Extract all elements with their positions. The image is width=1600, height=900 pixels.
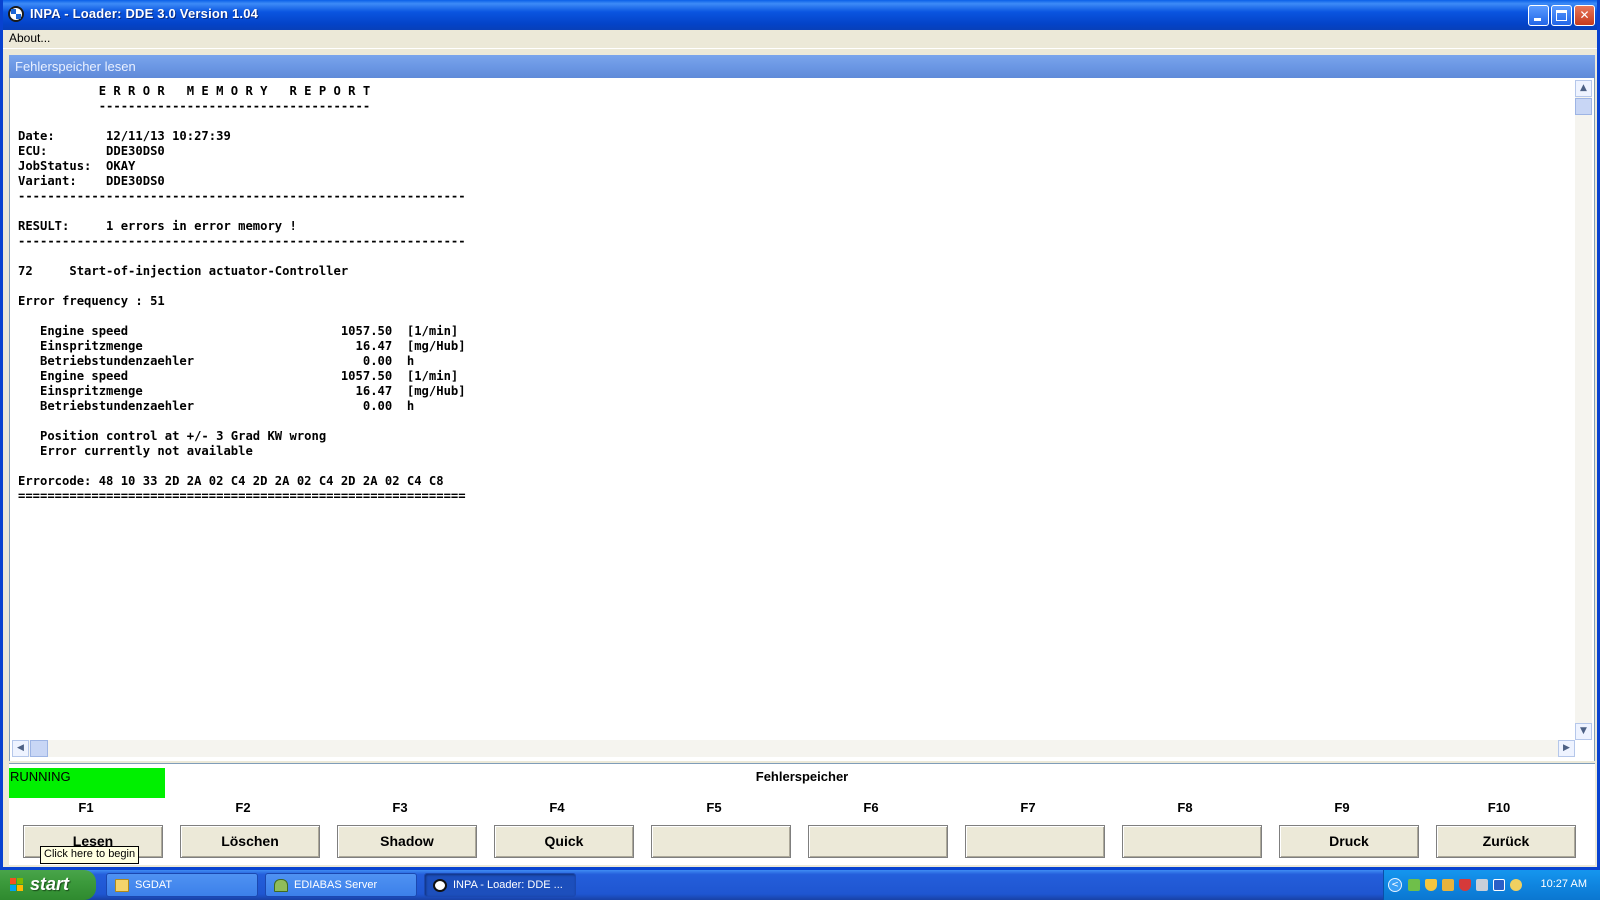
f9-druck-button[interactable]: Druck <box>1279 825 1419 858</box>
panel-title-bar: Fehlerspeicher lesen <box>9 55 1595 78</box>
network-tray-icon[interactable] <box>1408 879 1420 891</box>
mode-title: Fehlerspeicher <box>755 769 849 784</box>
maximize-button[interactable] <box>1551 5 1572 26</box>
f6-button[interactable] <box>808 825 948 858</box>
report-line: JobStatus: OKAY <box>18 159 136 173</box>
report-line: Betriebstundenzaehler 0.00 h <box>18 354 415 368</box>
task-label: EDIABAS Server <box>294 879 378 891</box>
report-line: 72 Start-of-injection actuator-Controlle… <box>18 264 349 278</box>
horizontal-scrollbar[interactable]: ◀ ▶ <box>12 740 1575 757</box>
fkey-label-f3: F3 <box>392 800 408 815</box>
report-line: Position control at +/- 3 Grad KW wrong <box>18 429 327 443</box>
bmw-app-icon[interactable] <box>8 6 24 22</box>
fkey-label-f4: F4 <box>549 800 565 815</box>
fkey-label-f6: F6 <box>863 800 879 815</box>
keyboard-tray-icon[interactable] <box>1476 879 1488 891</box>
report-line: Variant: DDE30DS0 <box>18 174 165 188</box>
language-tray-icon[interactable] <box>1493 879 1505 891</box>
start-button[interactable]: start <box>0 870 96 900</box>
report-line: Betriebstundenzaehler 0.00 h <box>18 399 415 413</box>
vertical-scrollbar[interactable]: ▲ ▼ <box>1575 80 1592 740</box>
report-area[interactable]: E R R O R M E M O R Y R E P O R T ------… <box>9 78 1595 761</box>
report-line: ECU: DDE30DS0 <box>18 144 165 158</box>
warning-tray-icon[interactable] <box>1442 879 1454 891</box>
fkey-label-f5: F5 <box>706 800 722 815</box>
folder-icon <box>115 879 129 892</box>
scroll-left-icon[interactable]: ◀ <box>12 740 29 757</box>
system-tray: < 10:27 AM <box>1383 870 1600 900</box>
report-line: Error currently not available <box>18 444 253 458</box>
scroll-down-icon[interactable]: ▼ <box>1575 723 1592 740</box>
task-inpa-loader[interactable]: INPA - Loader: DDE ... <box>424 873 576 897</box>
close-button[interactable]: ✕ <box>1574 5 1595 26</box>
task-label: INPA - Loader: DDE ... <box>453 879 563 891</box>
ediabas-server-icon <box>274 879 288 892</box>
report-line: Engine speed 1057.50 [1/min] <box>18 369 459 383</box>
fkey-label-f10: F10 <box>1487 800 1511 815</box>
task-ediabas-server[interactable]: EDIABAS Server <box>265 873 417 897</box>
report-line: ----------------------------------------… <box>18 234 466 248</box>
task-label: SGDAT <box>135 879 173 891</box>
report-line: RESULT: 1 errors in error memory ! <box>18 219 297 233</box>
title-bar[interactable]: INPA - Loader: DDE 3.0 Version 1.04 ✕ <box>3 0 1597 30</box>
minimize-button[interactable] <box>1528 5 1549 26</box>
start-label: start <box>30 874 70 894</box>
antivirus-tray-icon[interactable] <box>1459 879 1471 891</box>
fkey-label-f1: F1 <box>78 800 94 815</box>
report-line: ========================================… <box>18 489 466 503</box>
report-line: Date: 12/11/13 10:27:39 <box>18 129 231 143</box>
report-line: ----------------------------------------… <box>18 189 466 203</box>
f2-loeschen-button[interactable]: Löschen <box>180 825 320 858</box>
panel-title: Fehlerspeicher lesen <box>15 59 136 74</box>
show-hidden-icons-chevron-icon[interactable]: < <box>1388 878 1402 892</box>
scroll-up-icon[interactable]: ▲ <box>1575 80 1592 97</box>
fkey-label-f2: F2 <box>235 800 251 815</box>
f10-zurueck-button[interactable]: Zurück <box>1436 825 1576 858</box>
f3-shadow-button[interactable]: Shadow <box>337 825 477 858</box>
volume-tray-icon[interactable] <box>1510 879 1522 891</box>
security-shield-tray-icon[interactable] <box>1425 879 1437 891</box>
menu-bar: About... <box>3 30 1597 49</box>
report-line: ------------------------------------- <box>18 99 371 113</box>
report-line: Error frequency : 51 <box>18 294 165 308</box>
taskbar: start SGDAT EDIABAS Server INPA - Loader… <box>0 870 1600 900</box>
bmw-icon <box>433 879 447 892</box>
report-line: Einspritzmenge 16.47 [mg/Hub] <box>18 384 466 398</box>
scroll-right-icon[interactable]: ▶ <box>1558 740 1575 757</box>
windows-flag-icon <box>10 878 24 892</box>
start-tooltip: Click here to begin <box>40 846 140 864</box>
f4-quick-button[interactable]: Quick <box>494 825 634 858</box>
vertical-scroll-thumb[interactable] <box>1575 98 1592 115</box>
taskbar-clock[interactable]: 10:27 AM <box>1541 878 1587 890</box>
window-title: INPA - Loader: DDE 3.0 Version 1.04 <box>30 6 259 21</box>
function-key-area: RUNNING Fehlerspeicher F1 F2 F3 F4 F5 F6… <box>9 763 1595 865</box>
f8-button[interactable] <box>1122 825 1262 858</box>
f5-button[interactable] <box>651 825 791 858</box>
horizontal-scroll-thumb[interactable] <box>30 740 48 757</box>
fkey-label-f8: F8 <box>1177 800 1193 815</box>
fkey-label-f9: F9 <box>1334 800 1350 815</box>
error-memory-report: E R R O R M E M O R Y R E P O R T ------… <box>18 84 466 504</box>
inpa-window: INPA - Loader: DDE 3.0 Version 1.04 ✕ Ab… <box>0 0 1600 870</box>
task-sgdat[interactable]: SGDAT <box>106 873 258 897</box>
report-line: E R R O R M E M O R Y R E P O R T <box>18 84 371 98</box>
report-line: Einspritzmenge 16.47 [mg/Hub] <box>18 339 466 353</box>
menu-about[interactable]: About... <box>9 31 50 45</box>
report-line: Engine speed 1057.50 [1/min] <box>18 324 459 338</box>
report-line: Errorcode: 48 10 33 2D 2A 02 C4 2D 2A 02… <box>18 474 444 488</box>
f7-button[interactable] <box>965 825 1105 858</box>
fkey-label-f7: F7 <box>1020 800 1036 815</box>
